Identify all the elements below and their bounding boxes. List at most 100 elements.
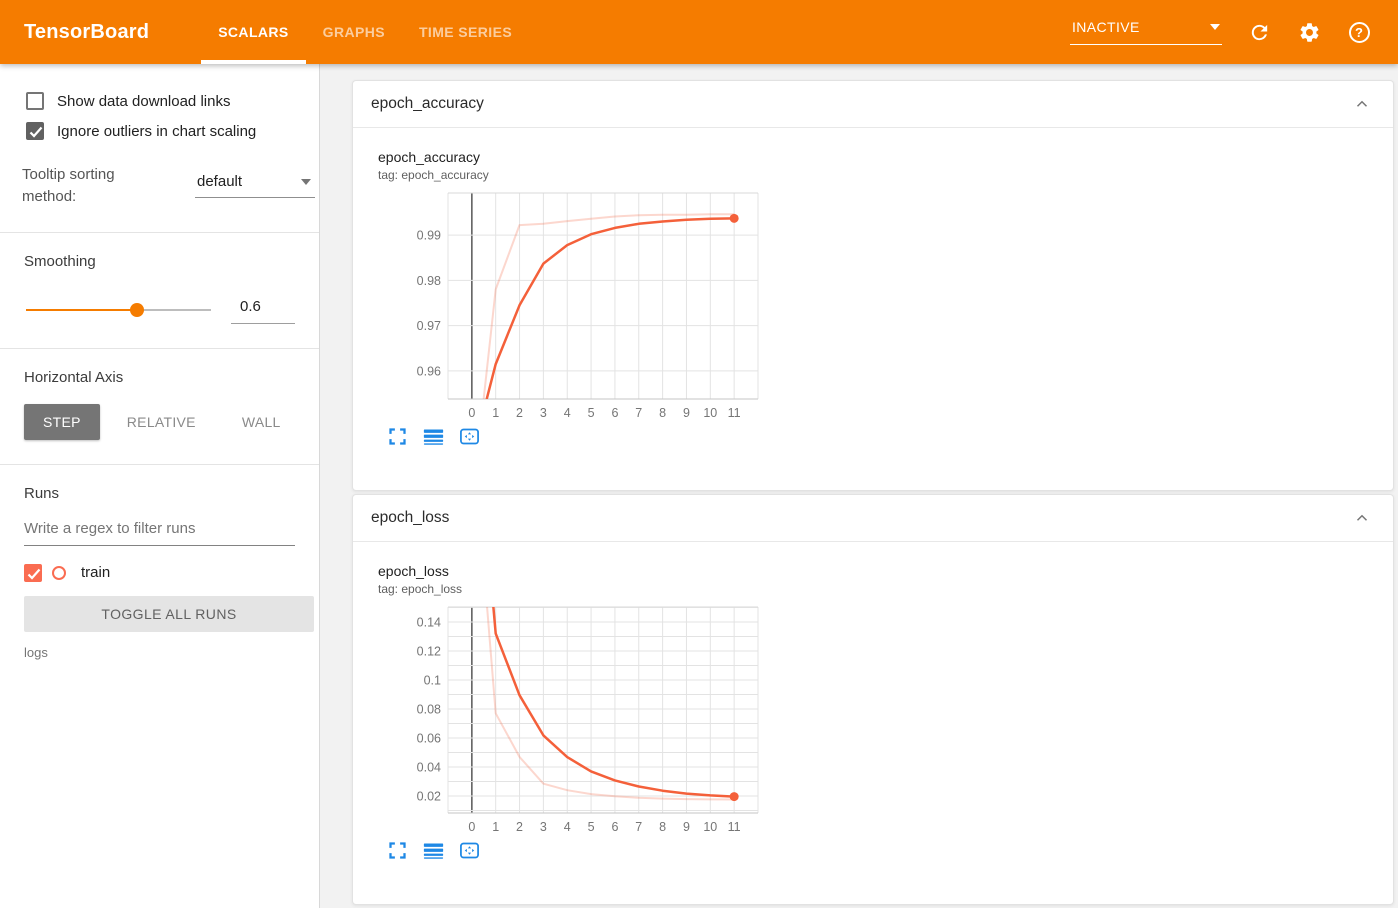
chart-tag: tag: epoch_loss	[378, 582, 463, 596]
collapse-button[interactable]	[1353, 509, 1371, 527]
fit-to-data-icon	[460, 842, 479, 859]
chart-toolbar	[387, 426, 1393, 447]
run-color-indicator[interactable]	[52, 565, 66, 580]
svg-text:0: 0	[468, 406, 475, 420]
epoch-accuracy-chart[interactable]: 0.96 0.97 0.98 0.99 0 1 2 3 4 5 6 7 8 9 10 11	[408, 190, 760, 422]
svg-text:9: 9	[683, 406, 690, 420]
run-train-checkbox[interactable]	[24, 563, 42, 582]
svg-text:9: 9	[683, 820, 690, 834]
card-body: epoch_accuracy tag: epoch_accuracy 0.96 0…	[353, 128, 1393, 447]
runs-section: Runs Write a regex to filter runs train …	[0, 465, 319, 660]
svg-text:2: 2	[516, 820, 523, 834]
runs-label: Runs	[24, 484, 60, 502]
svg-text:0: 0	[468, 820, 475, 834]
smoothing-value-input[interactable]: 0.6	[231, 296, 295, 324]
fit-to-data-icon	[460, 428, 479, 445]
svg-text:1: 1	[492, 820, 499, 834]
expand-chart-button[interactable]	[387, 840, 408, 861]
data-rows-icon	[423, 843, 444, 859]
svg-text:6: 6	[611, 820, 618, 834]
view-data-button[interactable]	[423, 840, 444, 861]
card-title: epoch_accuracy	[371, 95, 484, 112]
svg-text:0.02: 0.02	[417, 790, 441, 804]
card-epoch-loss: epoch_loss epoch_loss tag: epoch_loss 0.…	[352, 494, 1394, 905]
show-download-links-label: Show data download links	[57, 92, 231, 110]
chevron-down-icon	[1210, 24, 1220, 30]
svg-text:8: 8	[659, 406, 666, 420]
svg-text:3: 3	[540, 820, 547, 834]
chart-tag: tag: epoch_accuracy	[378, 168, 489, 182]
slider-fill	[26, 308, 137, 311]
fullscreen-icon	[389, 842, 406, 859]
svg-text:0.06: 0.06	[417, 731, 441, 745]
svg-text:4: 4	[564, 820, 571, 834]
view-data-button[interactable]	[423, 426, 444, 447]
ignore-outliers-label: Ignore outliers in chart scaling	[57, 122, 257, 140]
data-rows-icon	[423, 429, 444, 445]
chevron-up-icon	[1356, 514, 1368, 521]
svg-text:4: 4	[564, 406, 571, 420]
axis-wall-button[interactable]: WALL	[223, 404, 300, 440]
tab-graphs[interactable]: GRAPHS	[306, 0, 402, 64]
app-title: TensorBoard	[24, 20, 150, 43]
fit-domain-button[interactable]	[459, 426, 480, 447]
svg-text:0.97: 0.97	[417, 319, 441, 333]
ignore-outliers-checkbox[interactable]	[26, 122, 44, 140]
fit-domain-button[interactable]	[459, 840, 480, 861]
runs-filter-placeholder: Write a regex to filter runs	[24, 519, 196, 537]
tab-scalars[interactable]: SCALARS	[201, 0, 306, 64]
help-button[interactable]: ?	[1346, 19, 1372, 45]
tooltip-sorting-dropdown[interactable]: default	[195, 173, 315, 199]
show-download-links-row: Show data download links	[26, 92, 303, 110]
slider-thumb[interactable]	[130, 302, 144, 317]
smoothing-slider[interactable]	[26, 302, 211, 318]
toggle-all-runs-button[interactable]: TOGGLE ALL RUNS	[24, 595, 314, 632]
horizontal-axis-section: Horizontal Axis STEP RELATIVE WALL	[0, 349, 319, 440]
axis-step-button[interactable]: STEP	[24, 403, 100, 440]
svg-text:0.1: 0.1	[424, 673, 441, 687]
smoothing-label: Smoothing	[24, 252, 96, 270]
app-header: TensorBoard SCALARS GRAPHS TIME SERIES I…	[0, 0, 1398, 64]
svg-text:10: 10	[703, 406, 717, 420]
expand-chart-button[interactable]	[387, 426, 408, 447]
svg-text:5: 5	[588, 820, 595, 834]
dashboard-content: epoch_accuracy epoch_accuracy tag: epoch…	[321, 64, 1398, 908]
nav-tabs: SCALARS GRAPHS TIME SERIES	[201, 0, 529, 64]
fullscreen-icon	[389, 428, 406, 445]
chevron-up-icon	[1356, 100, 1368, 107]
card-epoch-accuracy: epoch_accuracy epoch_accuracy tag: epoch…	[352, 80, 1394, 491]
svg-text:0.04: 0.04	[417, 761, 441, 775]
header-actions: INACTIVE ?	[1070, 0, 1372, 64]
smoothing-section: Smoothing 0.6	[0, 233, 319, 324]
status-dropdown[interactable]: INACTIVE	[1070, 19, 1222, 45]
svg-text:3: 3	[540, 406, 547, 420]
ignore-outliers-row: Ignore outliers in chart scaling	[26, 122, 303, 140]
svg-text:8: 8	[659, 820, 666, 834]
svg-text:10: 10	[703, 820, 717, 834]
check-icon	[27, 568, 41, 580]
epoch-loss-chart[interactable]: 0.02 0.04 0.06 0.08 0.1 0.12 0.14 0 1 2 3 4 5 6 7 8 9 10 1…	[408, 604, 760, 836]
svg-text:0.98: 0.98	[417, 274, 441, 288]
collapse-button[interactable]	[1353, 95, 1371, 113]
svg-text:2: 2	[516, 406, 523, 420]
horizontal-axis-label: Horizontal Axis	[24, 368, 124, 386]
chart-toolbar	[387, 840, 1393, 861]
card-title: epoch_loss	[371, 509, 450, 526]
card-epoch-accuracy-header[interactable]: epoch_accuracy	[353, 81, 1393, 128]
run-item-train: train	[24, 563, 295, 582]
svg-text:0.96: 0.96	[417, 364, 441, 378]
svg-text:7: 7	[635, 406, 642, 420]
settings-button[interactable]	[1296, 19, 1322, 45]
tab-time-series[interactable]: TIME SERIES	[402, 0, 529, 64]
svg-text:0.14: 0.14	[417, 615, 441, 629]
runs-filter-input[interactable]: Write a regex to filter runs	[24, 520, 295, 546]
status-label: INACTIVE	[1072, 19, 1140, 35]
refresh-button[interactable]	[1246, 19, 1272, 45]
show-download-links-checkbox[interactable]	[26, 92, 44, 110]
axis-relative-button[interactable]: RELATIVE	[108, 404, 215, 440]
tooltip-sorting-row: Tooltip sorting method: default	[22, 164, 315, 208]
card-epoch-loss-header[interactable]: epoch_loss	[353, 495, 1393, 542]
svg-text:11: 11	[728, 820, 741, 834]
svg-text:0.08: 0.08	[417, 702, 441, 716]
chart-title: epoch_accuracy	[378, 149, 480, 165]
